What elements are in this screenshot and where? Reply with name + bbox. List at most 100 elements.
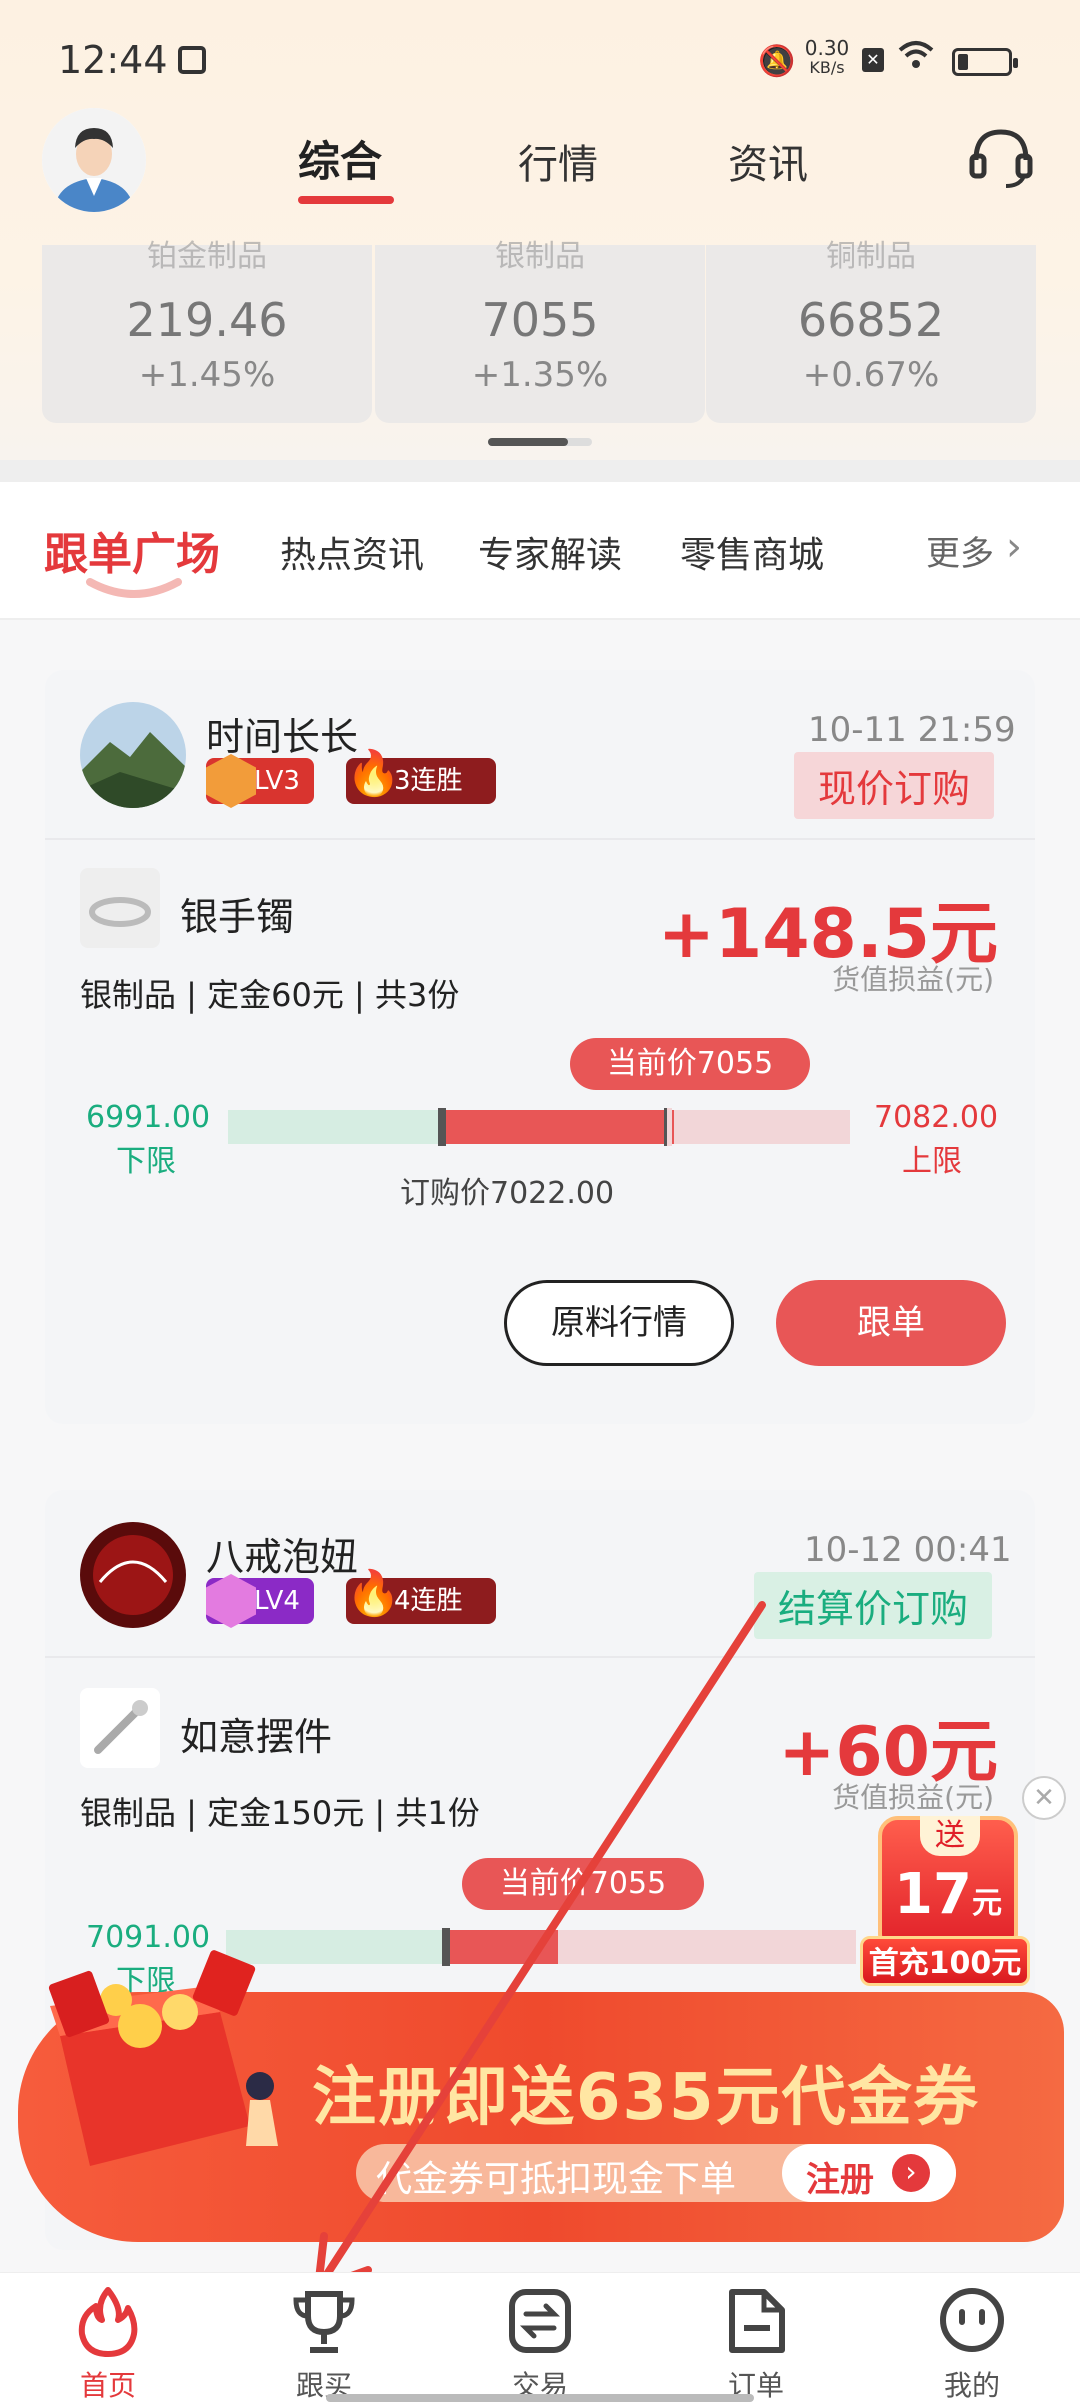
metal-card-silver[interactable]: 银制品 7055 +1.35% [375,239,705,423]
tab-hangqing[interactable]: 行情 [518,132,598,190]
upper-limit-value: 7082.00 [874,1100,999,1135]
metal-name: 铜制品 [826,239,916,274]
storage-icon [178,46,206,74]
streak-label: 4连胜 [394,1586,463,1616]
metal-change: +0.67% [802,355,940,395]
nav-follow-buy[interactable]: 跟买 [216,2272,432,2408]
order-type-tag: 现价订购 [794,752,995,819]
section-tab-active-indicator [86,578,182,598]
metal-name: 银制品 [495,239,585,274]
section-tab-hot-news[interactable]: 热点资讯 [280,526,424,578]
metal-card-platinum[interactable]: 铂金制品 219.46 +1.45% [42,239,372,423]
sim-icon: ✕ [862,48,884,72]
arrow-right-icon: › [892,2154,930,2192]
product-name: 如意摆件 [180,1715,333,1759]
banner-register-button[interactable]: 注册 › [782,2144,956,2202]
face-icon [940,2288,1004,2352]
current-price-pill: 当前价7055 [462,1858,704,1910]
upper-limit-label: 上限 [902,1144,962,1179]
banner-subtitle: 代金券可抵扣现金下单 [376,2159,737,2200]
section-tab-gendan[interactable]: 跟单广场 [44,518,220,582]
level-badge: LV3 [206,754,314,808]
close-promo-icon[interactable]: ✕ [1022,1776,1066,1820]
flame-icon [78,2287,138,2357]
fire-icon: 🔥 [346,1568,401,1619]
current-price-pill: 当前价7055 [570,1038,810,1090]
nav-trade[interactable]: 交易 [432,2272,648,2408]
metal-price: 66852 [797,293,945,347]
market-button[interactable]: 原料行情 [504,1280,734,1366]
nav-orders[interactable]: 订单 [648,2272,864,2408]
document-icon [729,2289,785,2353]
tab-active-indicator [298,196,394,204]
gain-label: 货值损益(元) [832,1781,994,1814]
nav-label: 我的 [943,2369,1000,2402]
user-avatar[interactable] [42,108,146,212]
user-avatar[interactable] [80,702,186,808]
net-speed-value: 0.30 [804,36,850,60]
lower-limit-value: 6991.00 [86,1100,211,1135]
gift-box-illustration [20,1916,310,2186]
crown-icon [206,1574,256,1628]
promo-send-label: 送 [920,1816,980,1856]
product-meta: 银制品 | 定金60元 | 共3份 [80,976,460,1014]
user-avatar[interactable] [80,1522,186,1628]
chevron-right-icon[interactable]: › [1006,524,1022,570]
metal-price: 219.46 [126,293,288,347]
product-image [80,1688,160,1768]
section-tab-retail[interactable]: 零售商城 [680,526,824,578]
metal-card-copper[interactable]: 铜制品 66852 +0.67% [706,239,1036,423]
promo-amount: 17元 [878,1862,1018,1927]
streak-label: 3连胜 [394,766,463,796]
banner-title: 注册即送635元代金券 [312,2061,980,2135]
price-range-bar [226,1928,856,1966]
metal-change: +1.35% [471,355,609,395]
divider [45,1656,1035,1658]
product-image [80,868,160,948]
wifi-icon [898,40,934,80]
tab-zixun[interactable]: 资讯 [728,132,808,190]
follow-button[interactable]: 跟单 [776,1280,1006,1366]
streak-badge: 🔥 3连胜 [346,748,496,804]
streak-badge: 🔥 4连胜 [346,1568,496,1624]
product-name: 银手镯 [180,895,295,939]
fire-icon: 🔥 [346,748,401,799]
product-meta: 银制品 | 定金150元 | 共1份 [80,1794,480,1832]
promo-deposit-label: 首充100元 [860,1936,1030,1986]
order-time: 10-11 21:59 [808,710,1016,750]
section-tab-expert[interactable]: 专家解读 [478,526,622,578]
nav-me[interactable]: 我的 [864,2272,1080,2408]
battery-icon [952,48,1018,76]
carousel-pager [488,438,592,446]
nav-home[interactable]: 首页 [0,2272,216,2408]
mute-bell-icon: 🔕 [758,44,796,79]
price-range-bar [228,1108,850,1146]
level-label: LV3 [254,766,300,796]
username: 八戒泡妞 [206,1535,359,1579]
crown-icon [206,754,256,808]
promo-amount-value: 17 [894,1862,972,1927]
section-more[interactable]: 更多 [926,526,994,575]
lower-limit-label: 下限 [116,1144,176,1179]
metal-change: +1.45% [138,355,276,395]
tab-zonghe[interactable]: 综合 [298,128,382,189]
promo-amount-unit: 元 [971,1886,1002,1921]
order-price: 订购价7022.00 [400,1176,615,1211]
status-time: 12:44 [58,38,168,82]
order-type-tag: 结算价订购 [754,1572,993,1639]
net-speed-unit: KB/s [809,58,845,77]
gain-label: 货值损益(元) [832,963,994,996]
username: 时间长长 [206,715,359,759]
divider [0,460,1080,482]
trophy-icon [293,2291,355,2353]
headset-icon[interactable] [968,124,1034,194]
first-deposit-promo[interactable]: 送 17元 首充100元 [860,1816,1030,1988]
level-label: LV4 [254,1586,300,1616]
exchange-icon [509,2289,571,2353]
gesture-bar [326,2394,754,2402]
level-badge: LV4 [206,1574,314,1628]
net-speed: 0.30 KB/s [802,38,852,78]
banner-register-label: 注册 [806,2160,874,2200]
order-time: 10-12 00:41 [804,1530,1012,1570]
divider [45,838,1035,840]
